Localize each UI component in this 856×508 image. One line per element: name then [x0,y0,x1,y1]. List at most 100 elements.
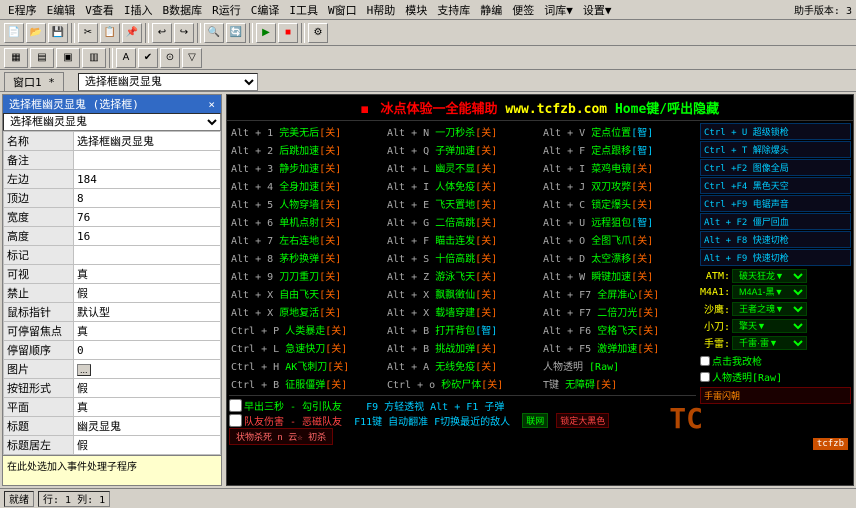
prop-value-cell: 76 [74,208,221,227]
knife-select[interactable]: 擎天▼ [732,319,807,333]
right-shortcut-button[interactable]: Ctrl + T 解除爆头 [700,141,851,158]
right-shortcut-button[interactable]: Alt + F8 快速切枪 [700,231,851,248]
status-item-1: 就绪 [4,491,34,507]
right-shortcut-button[interactable]: Ctrl +F4 黑色天空 [700,177,851,194]
right-shortcut-button[interactable]: Alt + F2 僵尸回血 [700,213,851,230]
hand-row: 手雷: 千雷·雷▼ [700,335,851,350]
menu-window[interactable]: W窗口 [324,1,361,19]
key-item: Ctrl + o 秒砍尸体[关] [385,375,540,392]
game-header-url: www.tcfzb.com [505,102,607,117]
status-item-2: 行: 1 列: 1 [38,491,110,507]
hand-label: 手雷: [700,335,730,350]
undo-button[interactable]: ↩ [152,23,172,43]
hand-select[interactable]: 千雷·雷▼ [732,336,807,350]
version-label: 助手版本: 3 [794,2,852,17]
property-row: 标题居左假 [4,436,221,455]
window-tabs-bar: 窗口1 * 选择框幽灵显鬼 [0,70,856,92]
menu-compile[interactable]: C编译 [247,1,284,19]
right-shortcut-button[interactable]: Alt + F9 快速切枪 [700,249,851,266]
transparent-check[interactable]: 人物透明[Raw] [700,369,851,384]
knife-row: 小刀: 擎天▼ [700,318,851,333]
prop-value-cell[interactable]: ... [74,360,221,379]
game-header-logo: ◼ [361,102,369,117]
toolbar2-btn2[interactable]: ▤ [30,48,54,68]
key-item: 人物透明 [Raw] [541,357,696,374]
image-browse-button[interactable]: ... [77,364,91,376]
key-item: Alt + F 定点跟移[智] [541,141,696,158]
toolbar2-btn8[interactable]: ▽ [182,48,202,68]
left-property-panel: 选择框幽灵显鬼 (选择框) × 选择框幽灵显鬼 名称选择框幽灵显鬼备注左边184… [2,94,222,486]
m4a1-row: M4A1: M4A1-黑▼ [700,285,851,299]
menu-view[interactable]: V查看 [81,1,118,19]
right-shortcut-button[interactable]: Ctrl +F2 图像全局 [700,159,851,176]
cut-button[interactable]: ✂ [78,23,98,43]
toolbar2-btn5[interactable]: A [116,48,136,68]
prop-value-cell [74,246,221,265]
run-button[interactable]: ▶ [256,23,276,43]
menu-tools[interactable]: I工具 [285,1,322,19]
key-item: Alt + Z 游泳飞天[关] [385,267,540,284]
change-gun-check[interactable]: 点击我改枪 [700,353,851,368]
prop-name-cell: 顶边 [4,189,74,208]
property-row: 标题幽灵显鬼 [4,417,221,436]
panel-close-icon[interactable]: × [208,98,215,111]
menu-static[interactable]: 静编 [476,1,506,19]
menu-program[interactable]: E程序 [4,1,41,19]
menu-support[interactable]: 支持库 [433,1,474,19]
menu-dict[interactable]: 词库▼ [540,1,577,19]
component-select[interactable]: 选择框幽灵显鬼 [78,73,258,91]
tc-logo: TC [669,402,703,435]
new-button[interactable]: 📄 [4,23,24,43]
menu-run[interactable]: R运行 [208,1,245,19]
menu-note[interactable]: 便签 [508,1,538,19]
right-shortcut-button[interactable]: Ctrl +F9 电锯声音 [700,195,851,212]
toolbar2-btn3[interactable]: ▣ [56,48,80,68]
redo-button[interactable]: ↪ [174,23,194,43]
team-damage-check[interactable]: 队友伤害 - 恶磁队友 [229,413,342,428]
m4a1-select[interactable]: M4A1-黑▼ [732,285,807,299]
bottom-row-2: 队友伤害 - 恶磁队友 F11键 自动翻准 F切换最近的敌人 联网 锁定大黑色 [229,413,696,428]
game-right-panel: Ctrl + U 超级锁枪Ctrl + T 解除爆头Ctrl +F2 图像全局C… [698,121,853,483]
component-dropdown[interactable]: 选择框幽灵显鬼 [3,113,221,131]
property-row: 可停留焦点真 [4,322,221,341]
toolbar2-btn4[interactable]: ▥ [82,48,106,68]
stop-button[interactable]: ■ [278,23,298,43]
open-button[interactable]: 📂 [26,23,46,43]
property-row: 标记 [4,246,221,265]
property-row: 左边184 [4,170,221,189]
property-row: 备注 [4,151,221,170]
key-item: Alt + L 幽灵不显[关] [385,159,540,176]
paste-button[interactable]: 📌 [122,23,142,43]
toolbar2-btn6[interactable]: ✔ [138,48,158,68]
prop-value-cell: 假 [74,379,221,398]
replace-button[interactable]: 🔄 [226,23,246,43]
hand-flash-label: 手雷闪朝 [700,387,851,404]
early-spawn-check[interactable]: 早出三秒 - 勾引队友 [229,398,342,413]
menu-insert[interactable]: I插入 [120,1,157,19]
menu-settings[interactable]: 设置▼ [579,1,616,19]
window-tab-1[interactable]: 窗口1 * [4,72,64,91]
toolbar2-btn1[interactable]: ▦ [4,48,28,68]
copy-button[interactable]: 📋 [100,23,120,43]
key-item: Alt + B 打开背包[智] [385,321,540,338]
toolbar2-btn7[interactable]: ⊙ [160,48,180,68]
key-item: Alt + B 挑战加弹[关] [385,339,540,356]
prop-value-cell: 0 [74,341,221,360]
game-content-area: Alt + 1 完美无后[关]Alt + N 一刀秒杀[关]Alt + V 定点… [227,121,853,483]
menu-edit[interactable]: E编辑 [43,1,80,19]
build-button[interactable]: ⚙ [308,23,328,43]
prop-name-cell: 按钮形式 [4,379,74,398]
key-item: Alt + X 飘飘徵仙[关] [385,285,540,302]
sand-select[interactable]: 王者之魂▼ [732,302,807,316]
key-item: Ctrl + H AK飞刺刀[关] [229,357,384,374]
save-button[interactable]: 💾 [48,23,68,43]
key-item: Alt + S 十倍高跳[关] [385,249,540,266]
prop-name-cell: 备注 [4,151,74,170]
right-shortcut-button[interactable]: Ctrl + U 超级锁枪 [700,123,851,140]
menu-module[interactable]: 模块 [401,1,431,19]
menu-help[interactable]: H帮助 [363,1,400,19]
find-button[interactable]: 🔍 [204,23,224,43]
menu-database[interactable]: B数据库 [159,1,207,19]
kill-status-row: 状物杀死 n 云☆ 初杀 [229,428,696,445]
atm-select[interactable]: 破天狂龙▼ [732,269,807,283]
